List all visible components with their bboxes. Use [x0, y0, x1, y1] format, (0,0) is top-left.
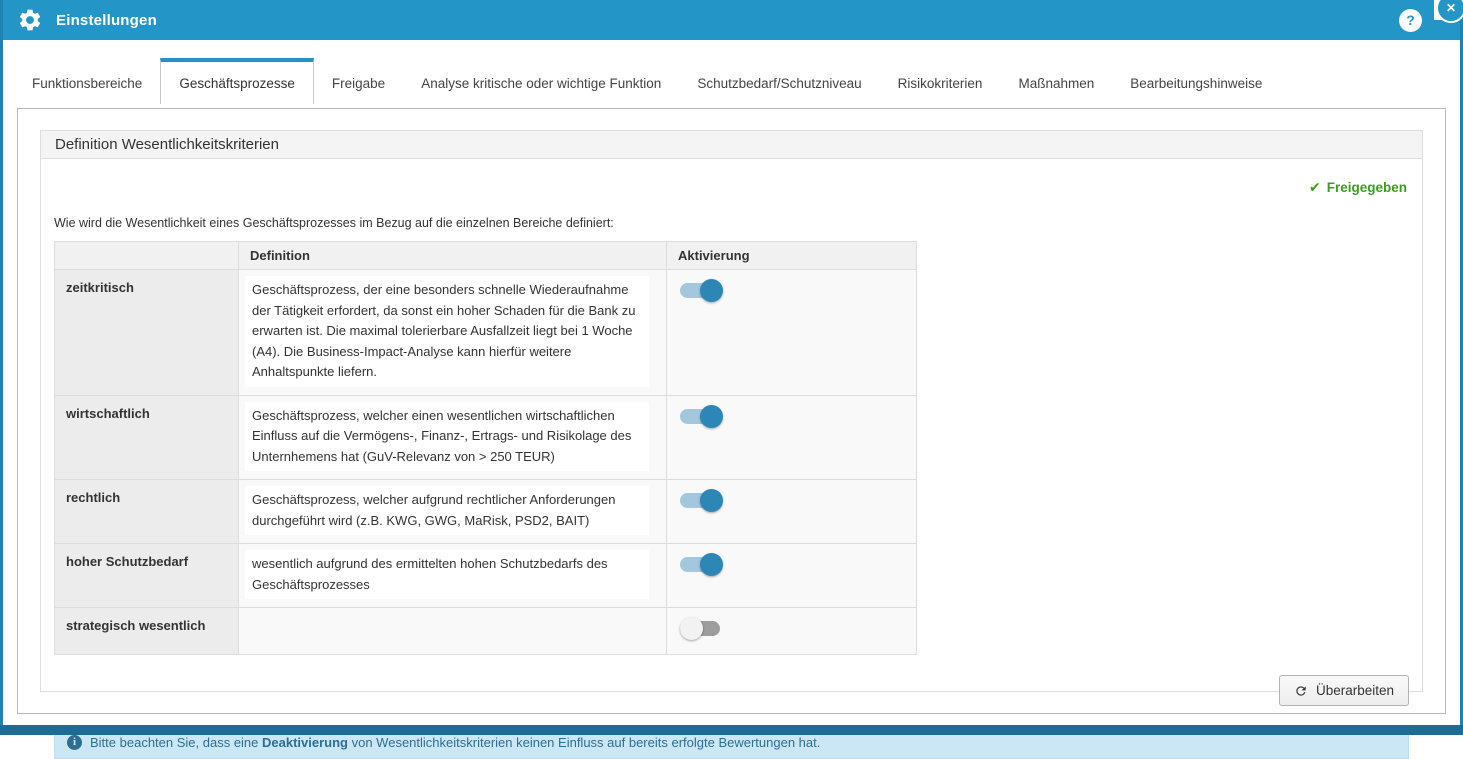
activation-toggle[interactable] [680, 617, 723, 640]
activation-toggle[interactable] [680, 489, 723, 512]
tab-massnahmen[interactable]: Maßnahmen [1000, 58, 1112, 104]
activation-toggle[interactable] [680, 279, 723, 302]
status-label: Freigegeben [1327, 180, 1407, 195]
criteria-table: Definition Aktivierung zeitkritischGesch… [54, 241, 917, 655]
check-icon: ✔ [1309, 179, 1321, 195]
revise-button[interactable]: Überarbeiten [1279, 675, 1409, 706]
toggle-knob [700, 489, 723, 512]
panel-body: ✔ Freigegeben Wie wird die Wesentlichkeit… [41, 159, 1422, 759]
definition-panel: Definition Wesentlichkeitskriterien ✔ Fre… [40, 130, 1423, 692]
activation-cell [667, 608, 917, 655]
definition-cell [239, 608, 667, 655]
definition-cell: wesentlich aufgrund des ermittelten hohe… [239, 544, 667, 608]
definition-text[interactable]: Geschäftsprozess, welcher aufgrund recht… [245, 486, 649, 535]
table-header-row: Definition Aktivierung [55, 242, 917, 270]
toggle-knob [700, 405, 723, 428]
tab-risikokriterien[interactable]: Risikokriterien [880, 58, 1001, 104]
column-header-aktivierung: Aktivierung [667, 242, 917, 270]
activation-cell [667, 480, 917, 544]
question-icon: ? [1406, 12, 1415, 28]
tab-bearbeitungshinweise[interactable]: Bearbeitungshinweise [1112, 58, 1280, 104]
tab-schutzbedarf-schutzniveau[interactable]: Schutzbedarf/Schutzniveau [679, 58, 879, 104]
info-icon: i [67, 735, 82, 750]
toggle-knob [700, 279, 723, 302]
content-area: Definition Wesentlichkeitskriterien ✔ Fre… [17, 108, 1446, 714]
close-icon: ✕ [1446, 1, 1456, 15]
definition-text[interactable]: Geschäftsprozess, der eine besonders sch… [245, 276, 649, 387]
activation-cell [667, 270, 917, 396]
table-row: strategisch wesentlich [55, 608, 917, 655]
tab-geschaeftsprozesse[interactable]: Geschäftsprozesse [160, 58, 314, 104]
status-released: ✔ Freigegeben [56, 179, 1407, 196]
toggle-knob [700, 553, 723, 576]
definition-cell: Geschäftsprozess, welcher aufgrund recht… [239, 480, 667, 544]
info-banner-text: Bitte beachten Sie, dass eine Deaktivier… [90, 735, 820, 750]
table-row: rechtlichGeschäftsprozess, welcher aufgr… [55, 480, 917, 544]
table-row: hoher Schutzbedarfwesentlich aufgrund de… [55, 544, 917, 608]
button-row: Überarbeiten [54, 675, 1409, 706]
criterion-label: rechtlich [55, 480, 239, 544]
table-row: wirtschaftlichGeschäftsprozess, welcher … [55, 395, 917, 480]
tab-bar: FunktionsbereicheGeschäftsprozesseFreiga… [3, 40, 1460, 104]
activation-toggle[interactable] [680, 553, 723, 576]
titlebar: Einstellungen ? ✕ [3, 0, 1460, 40]
criterion-label: strategisch wesentlich [55, 608, 239, 655]
criterion-label: wirtschaftlich [55, 395, 239, 480]
tab-funktionsbereiche[interactable]: Funktionsbereiche [14, 58, 160, 104]
tab-freigabe[interactable]: Freigabe [314, 58, 403, 104]
window-title: Einstellungen [56, 12, 157, 29]
definition-text[interactable]: Geschäftsprozess, welcher einen wesentli… [245, 402, 649, 472]
definition-cell: Geschäftsprozess, welcher einen wesentli… [239, 395, 667, 480]
refresh-icon [1294, 684, 1308, 698]
intro-text: Wie wird die Wesentlichkeit eines Geschä… [54, 216, 1409, 230]
revise-button-label: Überarbeiten [1316, 683, 1394, 698]
help-button[interactable]: ? [1399, 9, 1422, 32]
window-bottom-border [0, 725, 1463, 735]
gear-icon [17, 7, 43, 33]
criterion-label: hoher Schutzbedarf [55, 544, 239, 608]
panel-title: Definition Wesentlichkeitskriterien [41, 131, 1422, 159]
column-header-empty [55, 242, 239, 270]
criterion-label: zeitkritisch [55, 270, 239, 396]
table-row: zeitkritischGeschäftsprozess, der eine b… [55, 270, 917, 396]
tab-analyse-kritische-oder-wichtige-funktion[interactable]: Analyse kritische oder wichtige Funktion [403, 58, 679, 104]
toggle-knob [680, 617, 703, 640]
activation-toggle[interactable] [680, 405, 723, 428]
activation-cell [667, 395, 917, 480]
column-header-definition: Definition [239, 242, 667, 270]
definition-text[interactable]: wesentlich aufgrund des ermittelten hohe… [245, 550, 649, 599]
definition-cell: Geschäftsprozess, der eine besonders sch… [239, 270, 667, 396]
activation-cell [667, 544, 917, 608]
